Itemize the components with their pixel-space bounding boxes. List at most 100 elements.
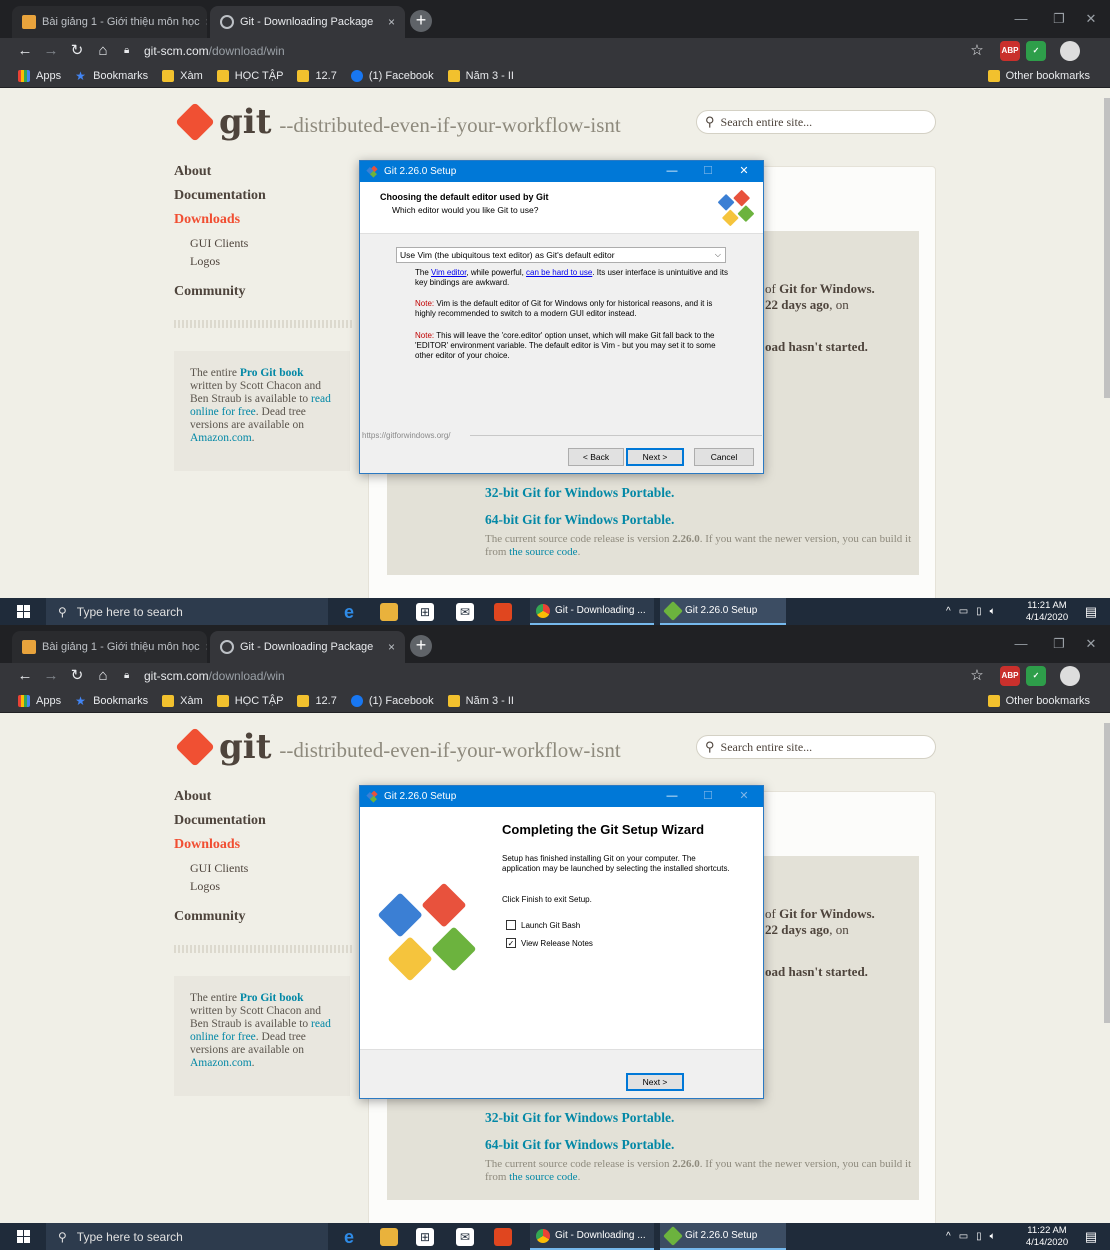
dialog-minimize-icon[interactable]: — [654, 786, 690, 807]
next-button[interactable]: Next > [626, 448, 684, 466]
forward-icon[interactable]: → [40, 40, 62, 62]
adblock-icon[interactable]: ABP [1000, 666, 1020, 686]
taskbar-app-chrome[interactable]: Git - Downloading ... [530, 1223, 654, 1250]
network-icon[interactable]: ▭ [959, 1231, 968, 1242]
reload-icon[interactable]: ↻ [66, 665, 88, 687]
taskbar-app-chrome[interactable]: Git - Downloading ... [530, 598, 654, 625]
cancel-button[interactable]: Cancel [694, 448, 754, 466]
amazon-link[interactable]: Amazon.com [190, 1057, 252, 1069]
edge-icon[interactable]: e [340, 603, 358, 621]
reload-icon[interactable]: ↻ [66, 40, 88, 62]
close-tab-icon[interactable]: × [200, 640, 207, 654]
forward-icon[interactable]: → [40, 665, 62, 687]
hard-to-use-link[interactable]: can be hard to use [526, 268, 592, 277]
start-button[interactable] [0, 1223, 46, 1250]
nav-gui-clients[interactable]: GUI Clients [174, 236, 354, 254]
source-code-link[interactable]: the source code [509, 546, 577, 558]
bookmark-12-7[interactable]: 12.7 [297, 69, 337, 82]
notification-icon[interactable]: ▤ [1082, 603, 1100, 621]
store-icon[interactable]: ⊞ [416, 603, 434, 621]
tray-caret-icon[interactable]: ^ [946, 606, 951, 617]
star-icon[interactable]: ☆ [966, 40, 988, 62]
tab-lecture[interactable]: Bài giảng 1 - Giới thiệu môn học × [12, 631, 207, 663]
nav-gui-clients[interactable]: GUI Clients [174, 861, 354, 879]
star-icon[interactable]: ☆ [966, 665, 988, 687]
nav-about[interactable]: About [174, 789, 354, 813]
address-bar[interactable]: 🔒︎ git-scm.com /download/win [124, 665, 964, 687]
nav-community[interactable]: Community [174, 284, 354, 308]
site-search-input[interactable]: ⚲ Search entire site... [696, 735, 936, 759]
launch-git-bash-checkbox[interactable]: Launch Git Bash [506, 920, 580, 930]
tab-lecture[interactable]: Bài giảng 1 - Giới thiệu môn học × [12, 6, 207, 38]
nav-documentation[interactable]: Documentation [174, 813, 354, 837]
portable-64-link[interactable]: 64-bit Git for Windows Portable. [485, 512, 674, 528]
gitforwindows-url[interactable]: https://gitforwindows.org/ [362, 431, 450, 440]
volume-icon[interactable]: 🔈︎ [990, 606, 996, 617]
bookmark-other[interactable]: Other bookmarks [987, 689, 1090, 713]
bookmark-hoc-tap[interactable]: HỌC TẬP [216, 69, 283, 82]
portable-64-link[interactable]: 64-bit Git for Windows Portable. [485, 1137, 674, 1153]
dialog-titlebar[interactable]: Git 2.26.0 Setup — ☐ ✕ [360, 786, 763, 807]
close-window-icon[interactable]: ✕ [1072, 0, 1110, 38]
scrollbar-thumb[interactable] [1104, 98, 1110, 398]
bookmark-bookmarks[interactable]: ★ Bookmarks [75, 695, 148, 707]
checkbox-box[interactable]: ✓ [506, 938, 516, 948]
close-window-icon[interactable]: ✕ [1072, 625, 1110, 663]
bookmark-bookmarks[interactable]: ★ Bookmarks [75, 70, 148, 82]
avatar[interactable] [1060, 666, 1080, 686]
git-logo[interactable]: git --distributed-even-if-your-workflow-… [175, 102, 621, 142]
bookmark-hoc-tap[interactable]: HỌC TẬP [216, 694, 283, 707]
checkbox-box[interactable] [506, 920, 516, 930]
mail-icon[interactable]: ✉ [456, 1228, 474, 1246]
portable-32-link[interactable]: 32-bit Git for Windows Portable. [485, 1110, 674, 1126]
shield-icon[interactable]: ✓ [1026, 41, 1046, 61]
dialog-close-icon[interactable]: ✕ [726, 161, 762, 182]
bookmark-apps[interactable]: Apps [18, 694, 61, 707]
system-tray[interactable]: ^ ▭ ▯ 🔈︎ [946, 598, 996, 625]
taskbar-app-git-setup[interactable]: Git 2.26.0 Setup [660, 598, 786, 625]
close-tab-icon[interactable]: × [200, 15, 207, 29]
view-release-notes-checkbox[interactable]: ✓ View Release Notes [506, 938, 593, 948]
address-bar[interactable]: 🔒︎ git-scm.com /download/win [124, 40, 964, 62]
back-icon[interactable]: ← [14, 40, 36, 62]
tab-git-download[interactable]: Git - Downloading Package × [210, 6, 405, 38]
nav-downloads[interactable]: Downloads [174, 212, 354, 236]
dialog-minimize-icon[interactable]: — [654, 161, 690, 182]
pro-git-book-link[interactable]: Pro Git book [240, 367, 304, 379]
nav-community[interactable]: Community [174, 909, 354, 933]
bookmark-other[interactable]: Other bookmarks [987, 64, 1090, 88]
bookmark-facebook[interactable]: (1) Facebook [350, 69, 434, 82]
home-icon[interactable]: ⌂ [92, 40, 114, 62]
portable-32-link[interactable]: 32-bit Git for Windows Portable. [485, 485, 674, 501]
store-icon[interactable]: ⊞ [416, 1228, 434, 1246]
bookmark-facebook[interactable]: (1) Facebook [350, 694, 434, 707]
volume-icon[interactable]: 🔈︎ [990, 1231, 996, 1242]
nav-about[interactable]: About [174, 164, 354, 188]
new-tab-button[interactable]: + [410, 635, 432, 657]
taskbar-app-git-setup[interactable]: Git 2.26.0 Setup [660, 1223, 786, 1250]
nav-logos[interactable]: Logos [174, 254, 354, 272]
office-icon[interactable] [494, 1228, 512, 1246]
page-scrollbar[interactable] [1104, 713, 1110, 1223]
bookmark-12-7[interactable]: 12.7 [297, 694, 337, 707]
bookmark-xam[interactable]: Xàm [162, 69, 203, 82]
source-code-link[interactable]: the source code [509, 1171, 577, 1183]
git-logo[interactable]: git --distributed-even-if-your-workflow-… [175, 727, 621, 767]
bookmark-apps[interactable]: Apps [18, 69, 61, 82]
back-button[interactable]: < Back [568, 448, 624, 466]
network-icon[interactable]: ▭ [959, 606, 968, 617]
pro-git-book-link[interactable]: Pro Git book [240, 992, 304, 1004]
minimize-icon[interactable]: — [1002, 625, 1040, 663]
battery-icon[interactable]: ▯ [976, 606, 982, 617]
dialog-titlebar[interactable]: Git 2.26.0 Setup — ☐ ✕ [360, 161, 763, 182]
nav-documentation[interactable]: Documentation [174, 188, 354, 212]
mail-icon[interactable]: ✉ [456, 603, 474, 621]
start-button[interactable] [0, 598, 46, 625]
avatar[interactable] [1060, 41, 1080, 61]
back-icon[interactable]: ← [14, 665, 36, 687]
bookmark-nam-3[interactable]: Năm 3 - II [447, 694, 514, 707]
nav-downloads[interactable]: Downloads [174, 837, 354, 861]
page-scrollbar[interactable] [1104, 88, 1110, 598]
office-icon[interactable] [494, 603, 512, 621]
file-explorer-icon[interactable] [380, 603, 398, 621]
